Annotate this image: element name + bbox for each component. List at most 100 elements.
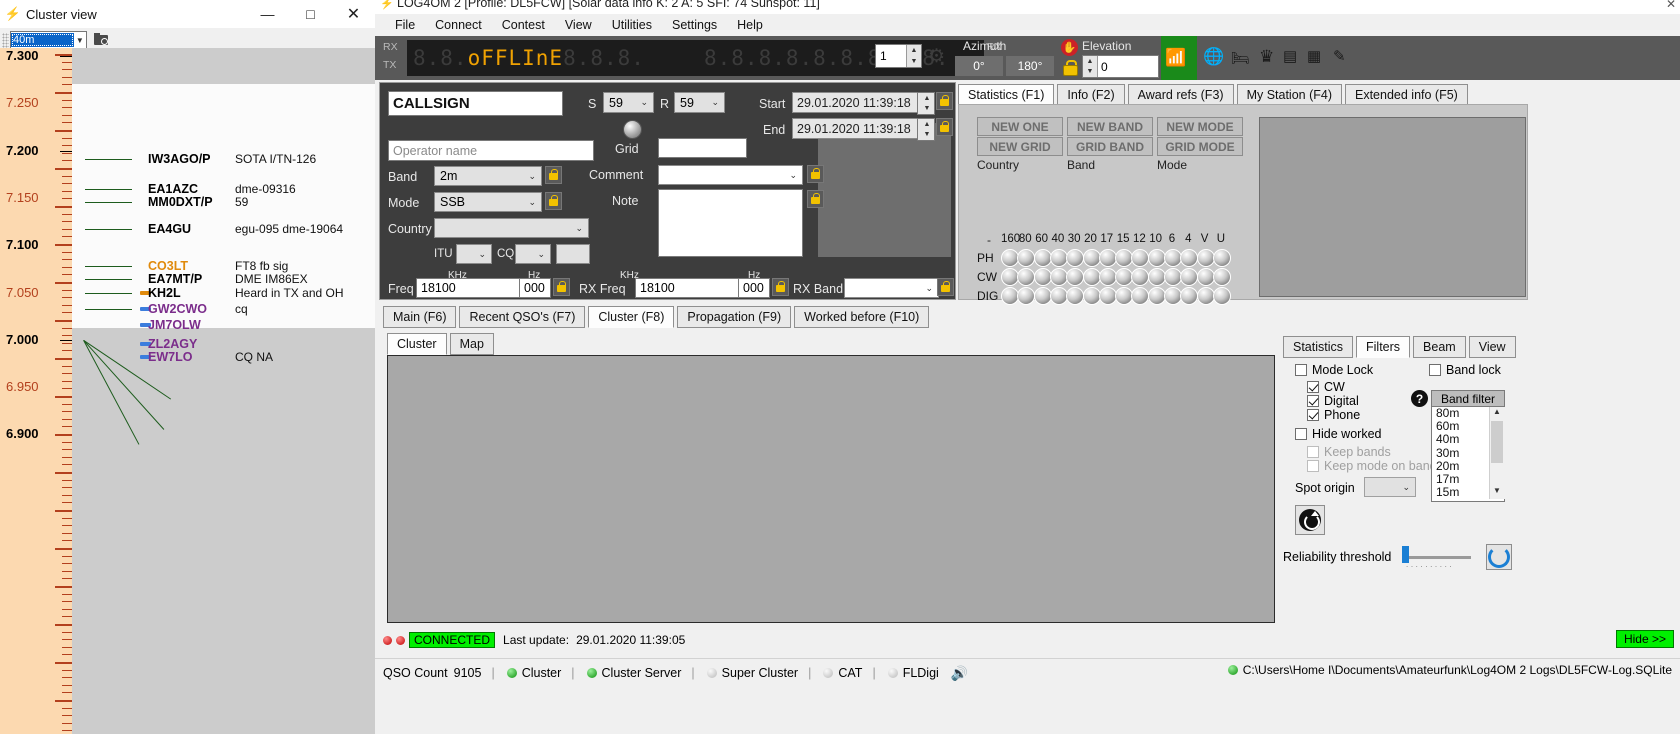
cw-checkbox[interactable]: CW: [1307, 380, 1345, 394]
spot-callsign[interactable]: KH2L: [148, 286, 181, 300]
end-lock-icon[interactable]: [936, 118, 953, 136]
speaker-icon[interactable]: 🔊: [951, 665, 968, 682]
rst-sent-select[interactable]: 59 ⌄: [603, 92, 654, 113]
comment-lock-icon[interactable]: [807, 165, 824, 183]
stat-button-new-grid[interactable]: NEW GRID: [977, 137, 1063, 156]
stop-rotor-icon[interactable]: ✋: [1061, 39, 1078, 56]
stat-button-grid-mode[interactable]: GRID MODE: [1157, 137, 1243, 156]
spot-callsign[interactable]: IW3AGO/P: [148, 152, 211, 166]
freq-khz-input[interactable]: 18100: [416, 278, 520, 298]
country-select[interactable]: ⌄: [434, 218, 589, 238]
tab-info-f2[interactable]: Info (F2): [1057, 84, 1125, 106]
reliability-reset-button[interactable]: [1486, 544, 1512, 570]
end-datetime[interactable]: 29.01.2020 11:39:18: [792, 118, 923, 139]
main-close-button[interactable]: ✕: [1666, 0, 1676, 11]
spot-callsign[interactable]: MM0DXT/P: [148, 195, 213, 209]
spot-callsign[interactable]: EA4GU: [148, 222, 191, 236]
rx-freq-lock-icon[interactable]: [772, 278, 789, 296]
tab-statistics[interactable]: Statistics: [1283, 336, 1354, 358]
tab-view[interactable]: View: [1468, 336, 1516, 358]
minimize-button[interactable]: —: [246, 0, 289, 28]
maximize-button[interactable]: □: [289, 0, 332, 28]
tab-main-f6[interactable]: Main (F6): [383, 306, 457, 328]
note-lock-icon[interactable]: [807, 190, 824, 208]
help-icon[interactable]: ?: [1411, 390, 1428, 407]
menu-item-view[interactable]: View: [555, 16, 602, 34]
tab-filters[interactable]: Filters: [1356, 336, 1411, 358]
band-lock-checkbox[interactable]: Band lock: [1429, 363, 1501, 377]
toolbar-grip[interactable]: [2, 32, 9, 48]
menu-item-help[interactable]: Help: [727, 16, 773, 34]
spot-callsign[interactable]: ZL2AGY: [148, 337, 197, 351]
crown-icon[interactable]: ♛: [1259, 47, 1274, 67]
spot-callsign[interactable]: CO3LT: [148, 259, 188, 273]
callsign-input[interactable]: CALLSIGN: [388, 91, 563, 116]
note-textarea[interactable]: [658, 189, 803, 257]
stat-button-new-one[interactable]: NEW ONE: [977, 117, 1063, 136]
elevation-spin-arrows[interactable]: ▲ ▼: [1083, 56, 1098, 77]
zone-field[interactable]: [556, 244, 590, 264]
tab-worked-before-f10[interactable]: Worked before (F10): [794, 306, 930, 328]
freq-lock-icon[interactable]: [553, 278, 570, 296]
mode-lock-icon[interactable]: [545, 192, 562, 210]
freq-hz-input[interactable]: 000: [519, 278, 551, 298]
spot-callsign[interactable]: EA1AZC: [148, 182, 198, 196]
folder-search-icon[interactable]: [93, 32, 111, 48]
spot-callsign[interactable]: EA7MT/P: [148, 272, 202, 286]
pencil-icon[interactable]: ✎: [1333, 47, 1346, 65]
end-spin-arrows[interactable]: ▲ ▼: [920, 119, 934, 140]
tab-statistics-f1[interactable]: Statistics (F1): [958, 84, 1055, 106]
band-lock-icon[interactable]: [545, 166, 562, 184]
digital-checkbox[interactable]: Digital: [1307, 394, 1359, 408]
callsign-operator-input[interactable]: Operator name: [388, 140, 594, 161]
tab-propagation-f9[interactable]: Propagation (F9): [677, 306, 792, 328]
mode-select[interactable]: SSB ⌄: [434, 192, 542, 212]
rx-freq-khz-input[interactable]: 18100: [635, 278, 739, 298]
menu-item-settings[interactable]: Settings: [662, 16, 727, 34]
band-filter-scrollbar[interactable]: ▲ ▼: [1489, 407, 1505, 499]
hide-button[interactable]: Hide >>: [1615, 630, 1674, 648]
subtab-map[interactable]: Map: [449, 333, 494, 355]
comment-select[interactable]: ⌄: [658, 165, 803, 185]
menu-item-contest[interactable]: Contest: [492, 16, 555, 34]
mode-lock-checkbox[interactable]: Mode Lock: [1295, 363, 1373, 377]
scroll-thumb[interactable]: [1491, 421, 1503, 463]
itu-select[interactable]: ⌄: [456, 244, 492, 264]
rx-band-select[interactable]: ⌄: [844, 278, 939, 298]
rx-freq-hz-input[interactable]: 000: [738, 278, 770, 298]
tab-cluster-f8[interactable]: Cluster (F8): [588, 306, 675, 328]
subtab-cluster[interactable]: Cluster: [387, 333, 447, 355]
cq-select[interactable]: ⌄: [515, 244, 551, 264]
band-select[interactable]: 2m ⌄: [434, 166, 542, 186]
spot-callsign[interactable]: GW2CWO: [148, 302, 207, 316]
elevation-spinner[interactable]: ▲ ▼ 0: [1082, 55, 1159, 78]
tab-my-station-f4[interactable]: My Station (F4): [1236, 84, 1342, 106]
close-button[interactable]: ✕: [332, 0, 375, 28]
list-icon[interactable]: ▤: [1283, 47, 1297, 65]
spot-callsign[interactable]: JM7OLW: [148, 318, 201, 332]
end-spinner[interactable]: ▲ ▼: [917, 118, 935, 141]
start-spin-arrows[interactable]: ▲ ▼: [920, 93, 934, 114]
globe-icon[interactable]: 🌐: [1203, 47, 1224, 67]
grid-input[interactable]: [658, 138, 747, 158]
rx-band-lock-icon[interactable]: [937, 278, 954, 296]
tab-beam[interactable]: Beam: [1413, 336, 1466, 358]
refresh-button[interactable]: [1295, 505, 1325, 535]
band-selector[interactable]: 40m ▼: [10, 31, 87, 49]
tab-award-refs-f3[interactable]: Award refs (F3): [1127, 84, 1234, 106]
camera-icon[interactable]: ▦: [1307, 47, 1321, 65]
signal-knob-icon[interactable]: [623, 120, 642, 139]
signal-icon[interactable]: 📶: [1165, 48, 1186, 68]
tab-recent-qso-s-f7[interactable]: Recent QSO's (F7): [459, 306, 586, 328]
menu-item-file[interactable]: File: [385, 16, 425, 34]
radio-number-spinner[interactable]: 1 ▲ ▼: [875, 44, 922, 68]
map-icon[interactable]: 🛏: [1231, 49, 1250, 67]
spot-origin-select[interactable]: ⌄: [1364, 477, 1416, 497]
chevron-down-icon[interactable]: ▼: [74, 36, 86, 45]
stat-button-grid-band[interactable]: GRID BAND: [1067, 137, 1153, 156]
menu-item-utilities[interactable]: Utilities: [602, 16, 662, 34]
menu-item-connect[interactable]: Connect: [425, 16, 492, 34]
hide-worked-checkbox[interactable]: Hide worked: [1295, 427, 1381, 441]
spot-callsign[interactable]: EW7LO: [148, 350, 192, 364]
start-spinner[interactable]: ▲ ▼: [917, 92, 935, 115]
